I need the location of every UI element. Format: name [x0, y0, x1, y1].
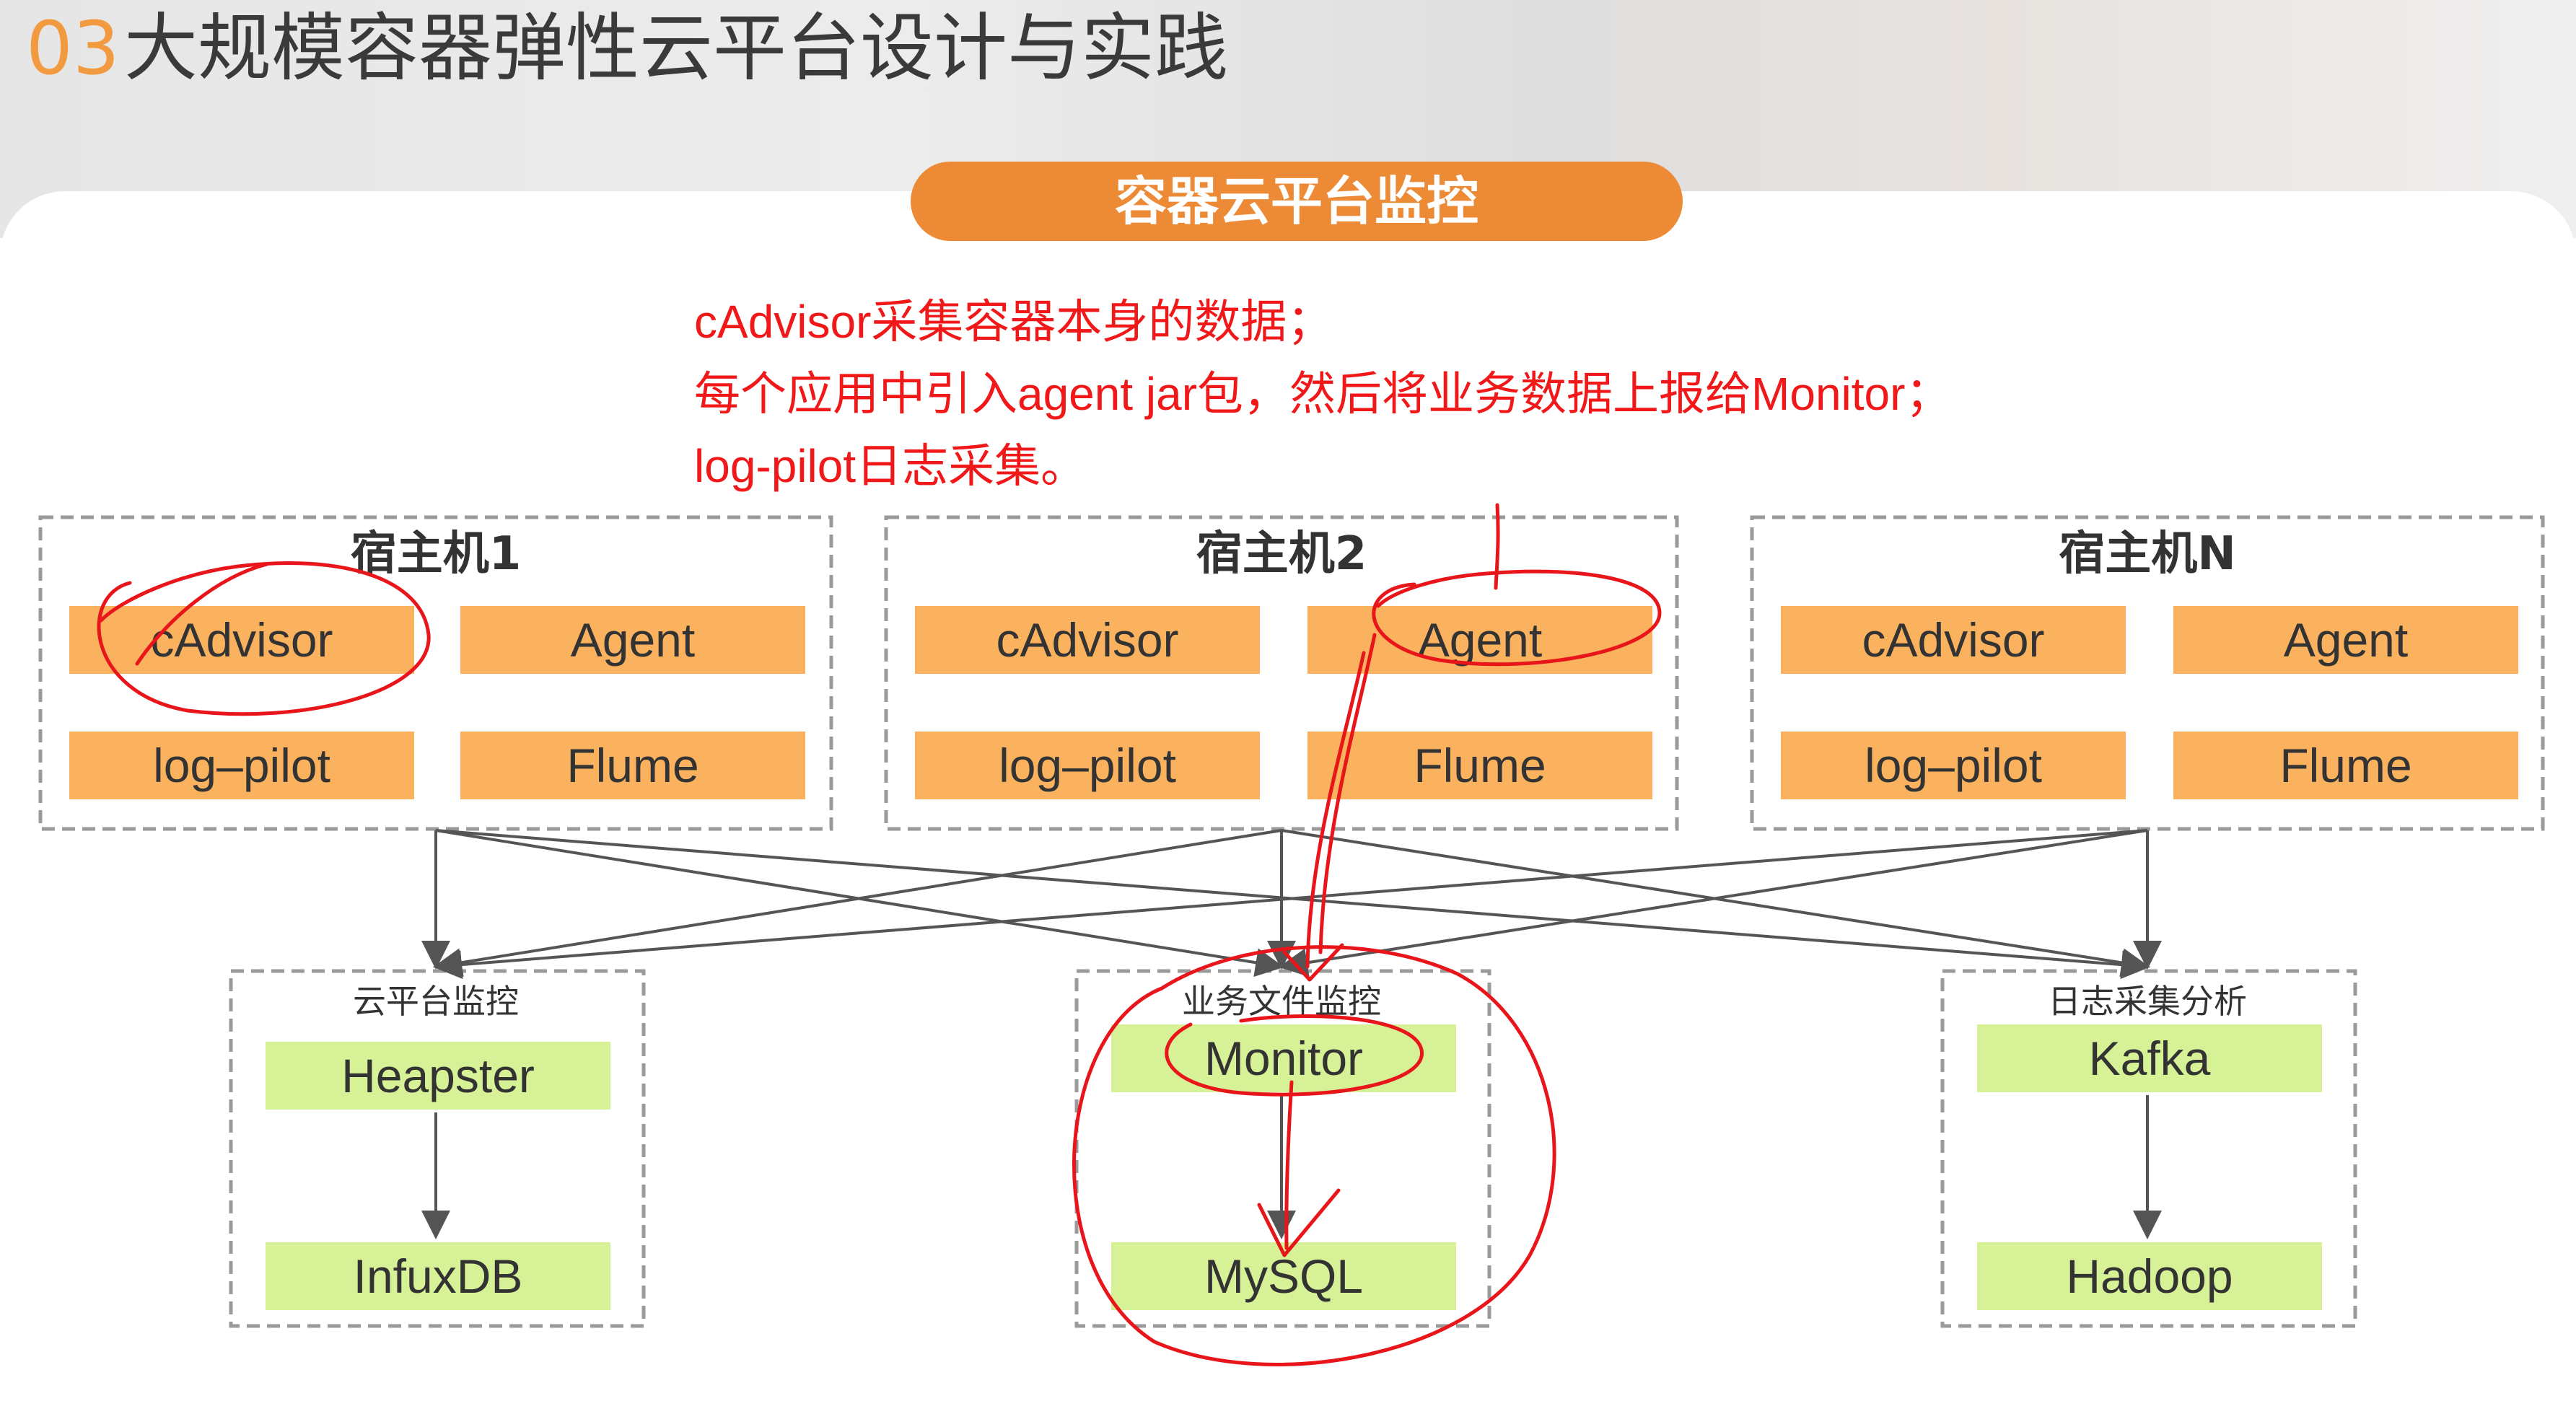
host-n-title: 宿主机N	[2059, 527, 2236, 581]
monitor-node: Monitor	[1111, 1024, 1456, 1092]
host-2-title: 宿主机2	[1196, 527, 1367, 581]
host-1-flume: Flume	[460, 732, 805, 799]
host-n-log-pilot: log–pilot	[1781, 732, 2126, 799]
hadoop-node: Hadoop	[1977, 1242, 2322, 1310]
mysql-node: MySQL	[1111, 1242, 1456, 1310]
influxdb-node: InfuxDB	[266, 1242, 610, 1310]
host-n-cadvisor: cAdvisor	[1781, 606, 2126, 674]
host-2-cadvisor: cAdvisor	[915, 606, 1260, 674]
group-business-title: 业务文件监控	[1182, 982, 1381, 1021]
heapster-node: Heapster	[266, 1042, 610, 1110]
diagram-connectors	[38, 515, 2545, 1328]
host-1-title: 宿主机1	[350, 527, 522, 581]
host-2-log-pilot: log–pilot	[915, 732, 1260, 799]
host-1-cadvisor: cAdvisor	[69, 606, 414, 674]
group-platform-title: 云平台监控	[353, 982, 519, 1021]
host-n-flume: Flume	[2173, 732, 2518, 799]
kafka-node: Kafka	[1977, 1024, 2322, 1092]
host-1-agent: Agent	[460, 606, 805, 674]
group-logs-title: 日志采集分析	[2048, 982, 2247, 1021]
host-2-agent: Agent	[1307, 606, 1652, 674]
host-2-flume: Flume	[1307, 732, 1652, 799]
host-n-agent: Agent	[2173, 606, 2518, 674]
host-1-log-pilot: log–pilot	[69, 732, 414, 799]
